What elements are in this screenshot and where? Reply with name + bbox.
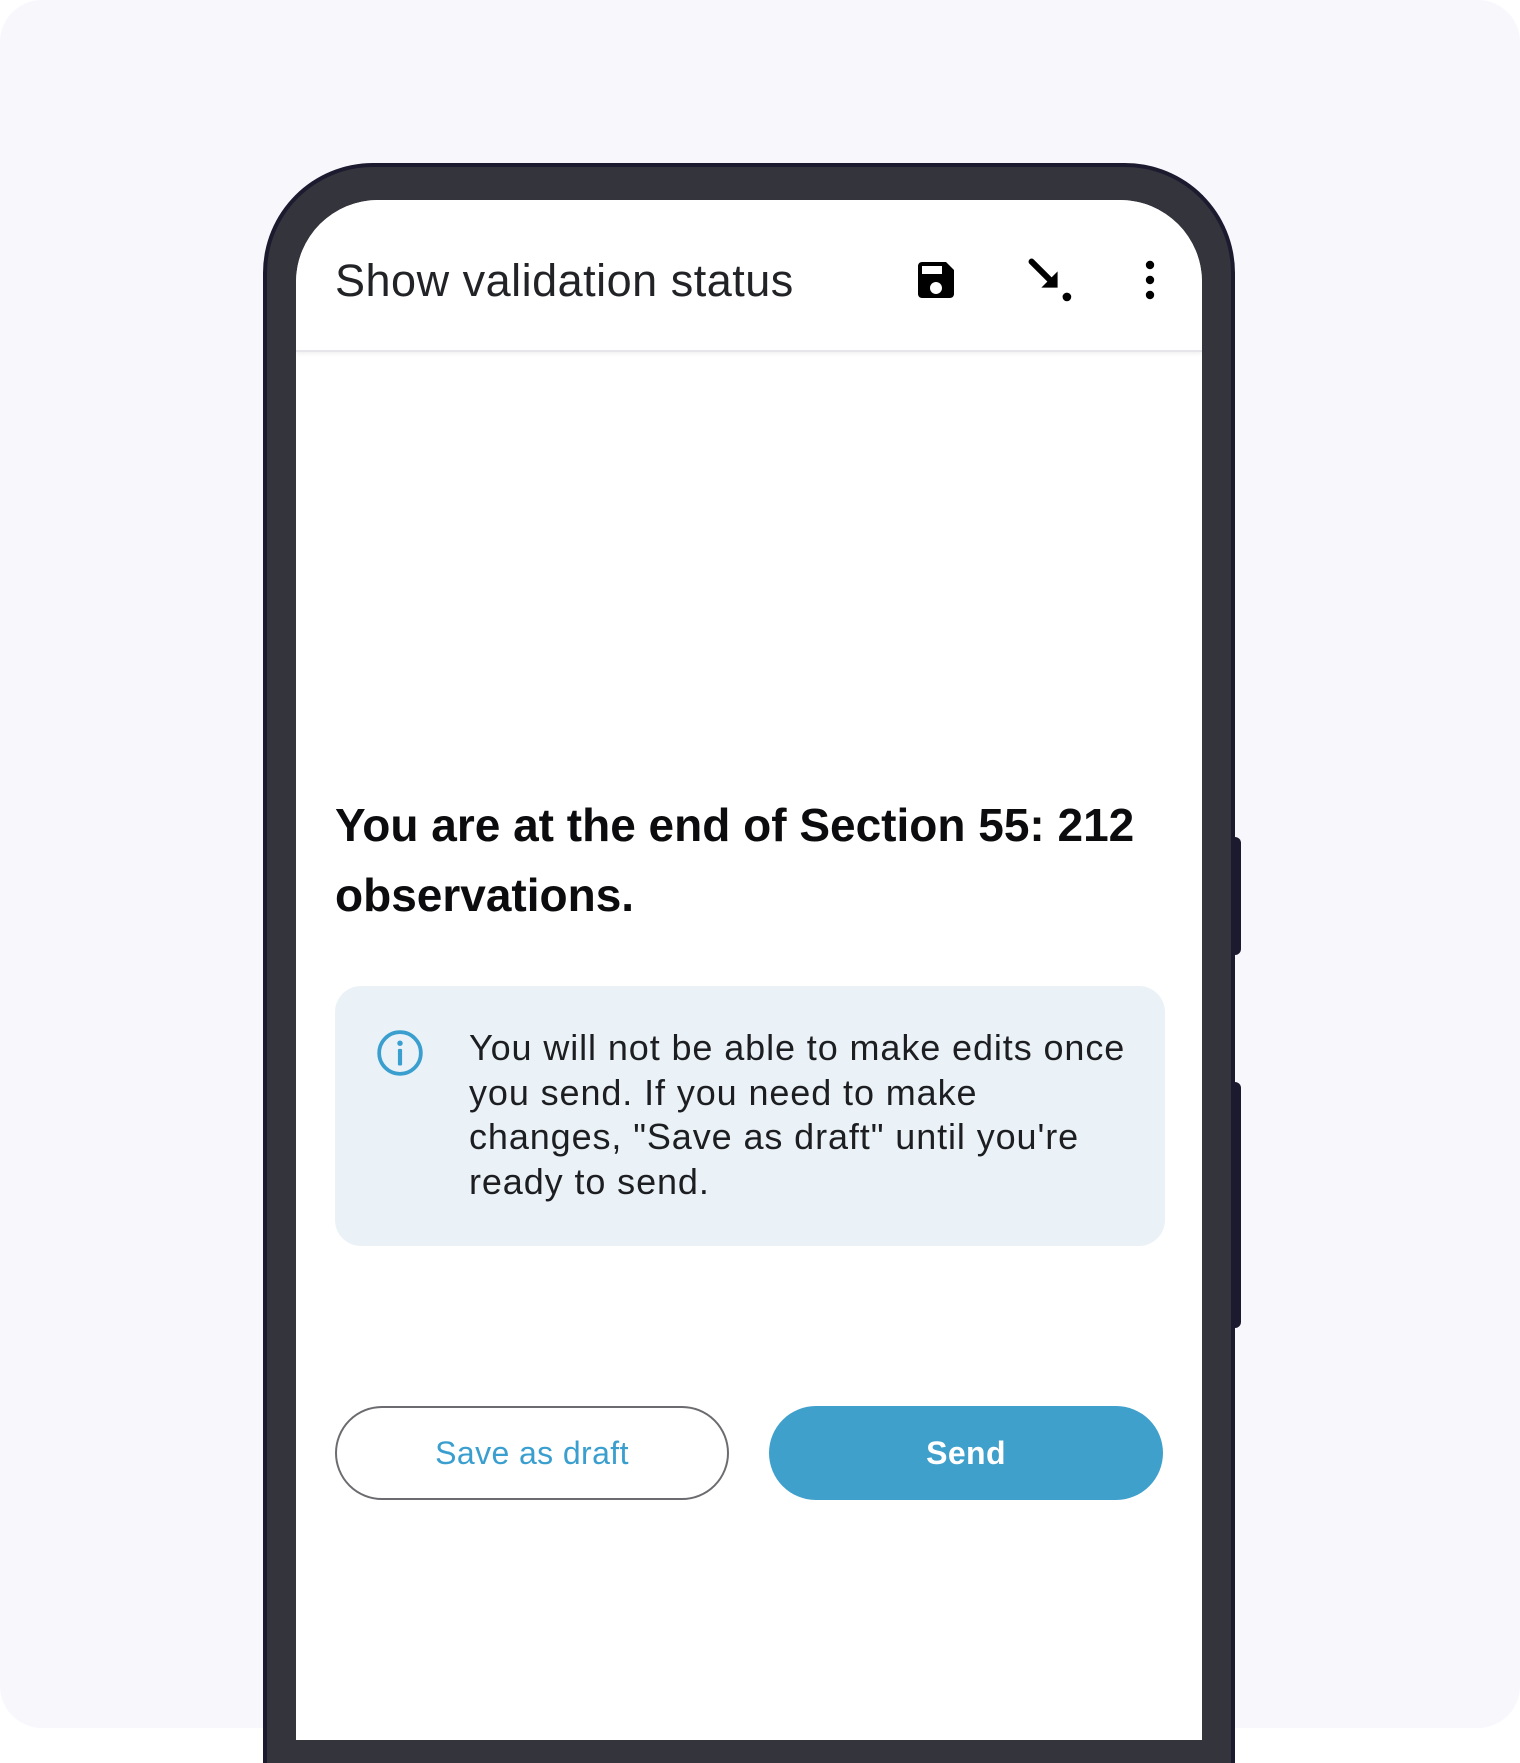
phone-side-button-volume bbox=[1231, 837, 1241, 955]
phone-screen: Show validation status You are at the en… bbox=[296, 200, 1202, 1740]
send-button[interactable]: Send bbox=[769, 1406, 1163, 1500]
phone-side-button-power bbox=[1231, 1082, 1241, 1328]
more-options-button[interactable] bbox=[1120, 250, 1180, 310]
section-end-heading: You are at the end of Section 55: 212 ob… bbox=[335, 799, 1135, 921]
save-button[interactable] bbox=[906, 250, 966, 310]
download-arrow-icon bbox=[1028, 258, 1072, 302]
download-button[interactable] bbox=[1020, 250, 1080, 310]
info-icon bbox=[377, 1030, 423, 1076]
app-bar: Show validation status bbox=[296, 200, 1202, 352]
save-icon bbox=[918, 262, 954, 298]
info-message: You will not be able to make edits once … bbox=[469, 1027, 1126, 1202]
more-vertical-icon bbox=[1145, 260, 1155, 300]
page-title: Show validation status bbox=[335, 255, 794, 306]
save-as-draft-button[interactable]: Save as draft bbox=[335, 1406, 729, 1500]
info-banner: You will not be able to make edits once … bbox=[335, 986, 1165, 1246]
